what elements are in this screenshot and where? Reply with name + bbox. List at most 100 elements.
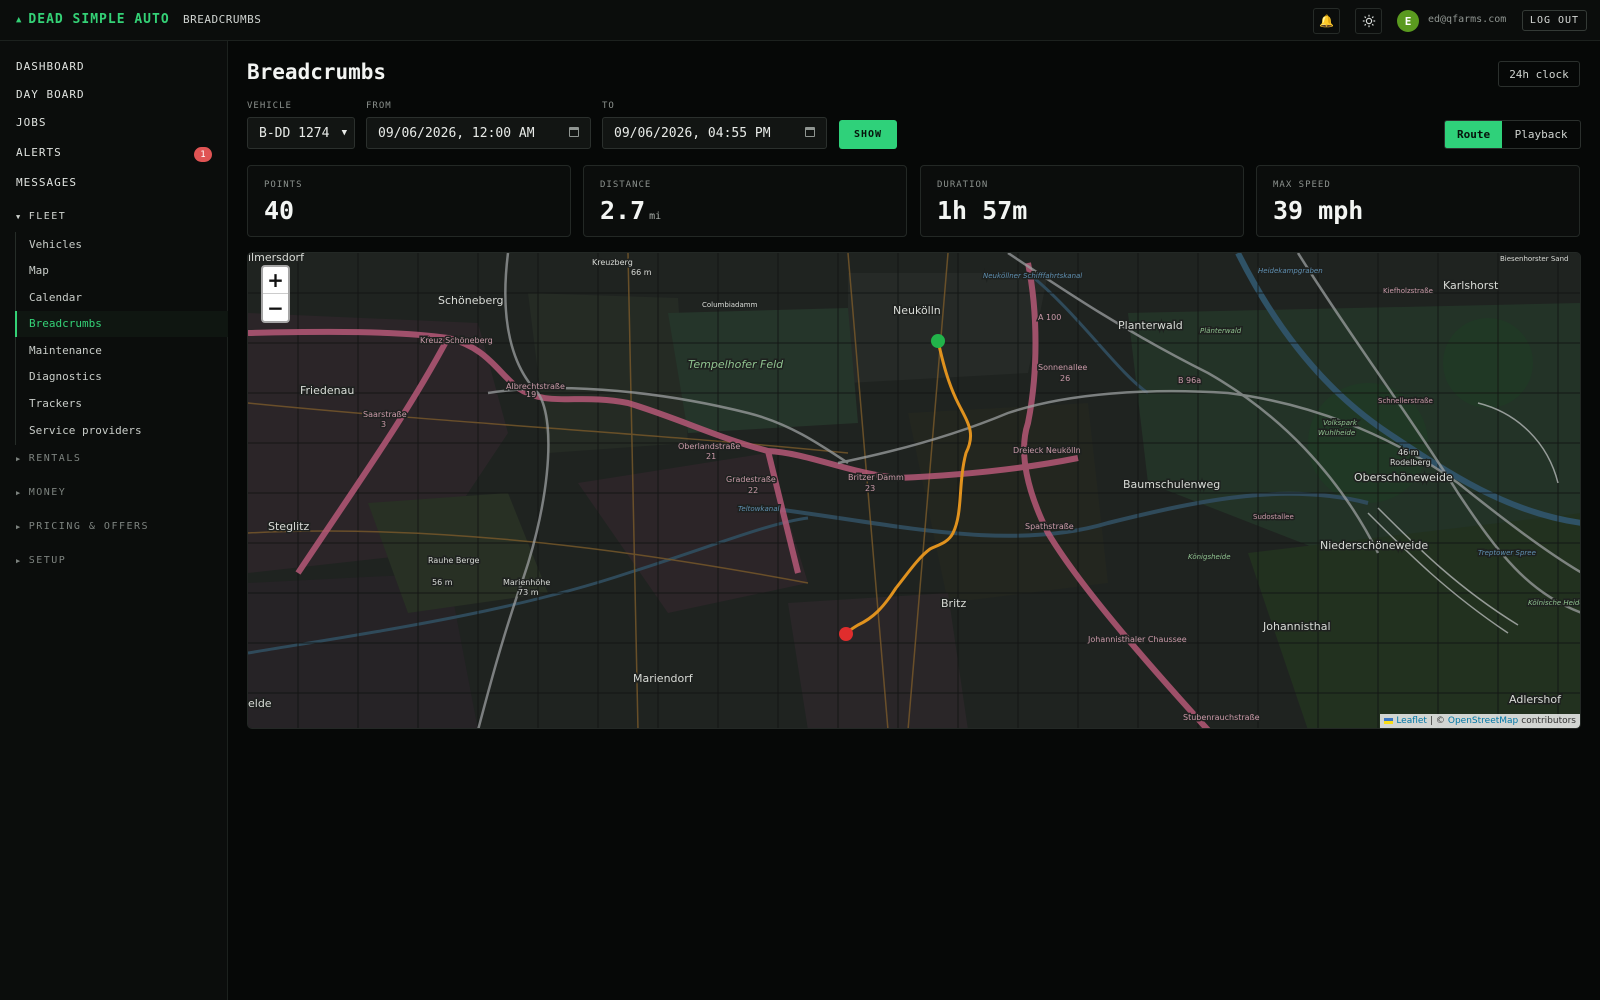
caret-right-icon: ▶ <box>16 523 22 531</box>
route-end-marker[interactable] <box>839 627 853 641</box>
stat-number: 40 <box>264 196 295 225</box>
to-datetime-input[interactable]: 09/06/2026, 04:55 PM <box>602 117 827 149</box>
map-label: Britzer Damm <box>848 473 904 482</box>
stat-number: 39 mph <box>1273 196 1364 225</box>
section-label: FLEET <box>28 211 67 222</box>
stat-number: 2.7 <box>600 196 646 225</box>
notifications-button[interactable]: 🔔 <box>1313 8 1340 34</box>
map-label: Volkspark <box>1323 419 1358 427</box>
map-label: Kreuz Schöneberg <box>420 336 493 345</box>
stat-value: 2.7 mi <box>600 196 661 225</box>
sidebar: DASHBOARD DAY BOARD JOBS ALERTS MESSAGES… <box>0 41 228 1000</box>
map-label: Planterwald <box>1118 319 1183 332</box>
sidebar-item-maintenance[interactable]: Maintenance <box>16 338 229 364</box>
map-label: Saarstraße <box>363 410 407 419</box>
theme-toggle-button[interactable] <box>1355 8 1382 34</box>
map-label: Baumschulenweg <box>1123 478 1220 491</box>
sidebar-item-messages[interactable]: MESSAGES <box>16 176 77 189</box>
section-label: SETUP <box>28 555 67 566</box>
sidebar-item-dashboard[interactable]: DASHBOARD <box>16 60 85 73</box>
sidebar-section-setup[interactable]: ▶ SETUP <box>16 555 66 566</box>
show-button[interactable]: SHOW <box>839 120 897 149</box>
map-tiles: ilmersdorf Kreuzberg 66 m Schöneberg Col… <box>248 253 1581 728</box>
sun-icon <box>1362 14 1375 28</box>
map-label: Heidekampgraben <box>1258 267 1323 275</box>
stat-card-distance: DISTANCE 2.7 mi <box>583 165 907 237</box>
sidebar-item-calendar[interactable]: Calendar <box>16 285 229 311</box>
sidebar-item-diagnostics[interactable]: Diagnostics <box>16 364 229 390</box>
map-label: Plänterwald <box>1200 327 1242 335</box>
map-label: 26 <box>1060 374 1070 383</box>
stat-card-points: POINTS 40 <box>247 165 571 237</box>
map-label: Johannisthal <box>1262 620 1331 633</box>
stat-label: MAX SPEED <box>1273 180 1331 190</box>
map-label: Oberlandstraße <box>678 442 740 451</box>
leaflet-link[interactable]: Leaflet <box>1396 716 1427 726</box>
calendar-icon[interactable] <box>569 127 579 137</box>
stat-label: DISTANCE <box>600 180 652 190</box>
sidebar-item-jobs[interactable]: JOBS <box>16 116 47 129</box>
map-label: B 96a <box>1178 376 1201 385</box>
playback-view-button[interactable]: Playback <box>1502 121 1580 148</box>
sidebar-item-service-providers[interactable]: Service providers <box>16 418 229 444</box>
map-label: Rodelberg <box>1390 458 1431 467</box>
vehicle-select[interactable]: B-DD 1274 ▼ <box>247 117 355 149</box>
map-label: Treptower Spree <box>1478 549 1536 557</box>
vehicle-label: VEHICLE <box>247 101 292 111</box>
top-bar: ▲ DEAD SIMPLE AUTO BREADCRUMBS 🔔 E ed@qf… <box>0 0 1600 41</box>
sidebar-item-map[interactable]: Map <box>16 258 229 284</box>
map-label: Dreieck Neukölln <box>1013 446 1081 455</box>
caret-right-icon: ▶ <box>16 489 22 497</box>
from-datetime-input[interactable]: 09/06/2026, 12:00 AM <box>366 117 591 149</box>
map-label: elde <box>248 697 272 710</box>
map-label: Mariendorf <box>633 672 694 685</box>
map-label: Kiefholzstraße <box>1383 287 1433 295</box>
sidebar-item-alerts[interactable]: ALERTS <box>16 146 62 159</box>
map-attribution: Leaflet | © OpenStreetMap contributors <box>1380 714 1580 728</box>
map-label: 22 <box>748 486 758 495</box>
route-start-marker[interactable] <box>931 334 945 348</box>
map-label: Sudostallee <box>1253 513 1294 521</box>
map-label: ilmersdorf <box>248 253 305 264</box>
zoom-out-button[interactable]: − <box>263 294 288 321</box>
sidebar-section-fleet[interactable]: ▼ FLEET <box>16 211 66 222</box>
map-label: Britz <box>941 597 966 610</box>
map-label: 19 <box>526 390 536 399</box>
map-label: Columbiadamm <box>702 301 758 309</box>
caret-right-icon: ▶ <box>16 455 22 463</box>
zoom-in-button[interactable]: + <box>263 267 288 294</box>
page-title: Breadcrumbs <box>247 60 387 84</box>
ukraine-flag-icon <box>1384 718 1394 724</box>
from-value: 09/06/2026, 12:00 AM <box>378 125 535 141</box>
avatar[interactable]: E <box>1397 10 1419 32</box>
map-label: Marienhöhe <box>503 578 550 587</box>
map-label: Karlshorst <box>1443 279 1499 292</box>
map-label: Adlershof <box>1509 693 1562 706</box>
osm-link[interactable]: OpenStreetMap <box>1448 716 1518 726</box>
calendar-icon[interactable] <box>805 127 815 137</box>
map-label: Kreuzberg <box>592 258 633 267</box>
logout-button[interactable]: LOG OUT <box>1522 10 1587 31</box>
brand[interactable]: ▲ DEAD SIMPLE AUTO <box>16 12 170 27</box>
sidebar-section-pricing-offers[interactable]: ▶ PRICING & OFFERS <box>16 521 149 532</box>
map-label: Tempelhofer Feld <box>688 358 784 371</box>
sidebar-item-day-board[interactable]: DAY BOARD <box>16 88 85 101</box>
map-label: Kölnische Heide <box>1528 599 1581 607</box>
caret-right-icon: ▶ <box>16 557 22 565</box>
map-label: Sonnenallee <box>1038 363 1087 372</box>
sidebar-section-rentals[interactable]: ▶ RENTALS <box>16 453 81 464</box>
map-label: 21 <box>706 452 716 461</box>
route-view-button[interactable]: Route <box>1445 121 1503 148</box>
stat-value: 1h 57m <box>937 196 1027 225</box>
sidebar-item-trackers[interactable]: Trackers <box>16 391 229 417</box>
breadcrumb: BREADCRUMBS <box>183 13 262 26</box>
clock-format-button[interactable]: 24h clock <box>1498 61 1580 87</box>
sidebar-section-money[interactable]: ▶ MONEY <box>16 487 66 498</box>
map-label: 23 <box>865 484 875 493</box>
sidebar-item-breadcrumbs[interactable]: Breadcrumbs <box>15 311 228 337</box>
sidebar-item-vehicles[interactable]: Vehicles <box>16 232 229 258</box>
stat-card-max-speed: MAX SPEED 39 mph <box>1256 165 1580 237</box>
section-label: MONEY <box>28 487 67 498</box>
map-label: Spathstraße <box>1025 522 1074 531</box>
route-map[interactable]: ilmersdorf Kreuzberg 66 m Schöneberg Col… <box>247 252 1581 729</box>
